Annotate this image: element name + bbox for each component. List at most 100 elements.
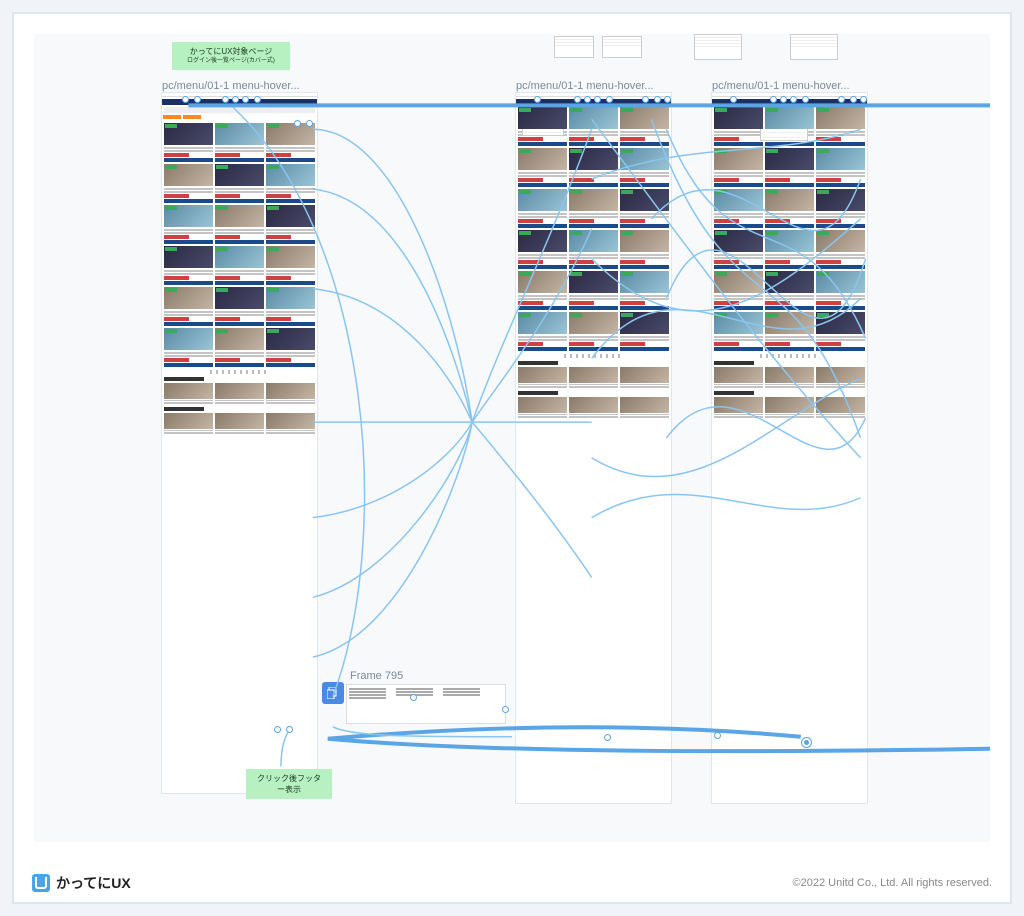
- listing-card[interactable]: [518, 367, 567, 388]
- listing-card[interactable]: [569, 189, 618, 228]
- flow-anchor[interactable]: [194, 96, 201, 103]
- listing-card[interactable]: [765, 367, 814, 388]
- pagination[interactable]: [210, 370, 270, 374]
- listing-card[interactable]: [816, 189, 865, 228]
- listing-card[interactable]: [765, 189, 814, 228]
- listing-card[interactable]: [266, 164, 315, 203]
- listing-card[interactable]: [164, 246, 213, 285]
- flow-anchor[interactable]: [274, 726, 281, 733]
- flow-anchor[interactable]: [410, 694, 417, 701]
- flow-anchor[interactable]: [254, 96, 261, 103]
- listing-card[interactable]: [164, 383, 213, 404]
- listing-card[interactable]: [620, 230, 669, 269]
- flow-anchor[interactable]: [850, 96, 857, 103]
- listing-card[interactable]: [215, 413, 264, 434]
- listing-card[interactable]: [518, 312, 567, 351]
- listing-card[interactable]: [816, 107, 865, 146]
- figma-canvas[interactable]: かってにUX対象ページ ログイン後一覧ページ(カバー式) pc/menu/01-…: [34, 34, 990, 842]
- flow-anchor[interactable]: [286, 726, 293, 733]
- flow-anchor[interactable]: [604, 734, 611, 741]
- listing-card[interactable]: [518, 230, 567, 269]
- listing-card[interactable]: [164, 287, 213, 326]
- listing-card[interactable]: [765, 271, 814, 310]
- artboard-2[interactable]: pc/menu/01-1 menu-hover...: [516, 93, 671, 803]
- flow-anchor[interactable]: [642, 96, 649, 103]
- listing-card[interactable]: [164, 413, 213, 434]
- listing-card[interactable]: [569, 312, 618, 351]
- listing-card[interactable]: [765, 312, 814, 351]
- flow-anchor[interactable]: [790, 96, 797, 103]
- listing-card[interactable]: [518, 189, 567, 228]
- flow-anchor[interactable]: [594, 96, 601, 103]
- listing-card[interactable]: [215, 287, 264, 326]
- flow-anchor[interactable]: [294, 120, 301, 127]
- flow-anchor[interactable]: [182, 96, 189, 103]
- artboard-1[interactable]: pc/menu/01-1 menu-hover... /*rows genera…: [162, 93, 317, 793]
- listing-card[interactable]: [816, 148, 865, 187]
- listing-card[interactable]: [620, 397, 669, 418]
- listing-card[interactable]: [620, 189, 669, 228]
- listing-card[interactable]: [266, 328, 315, 367]
- listing-card[interactable]: [215, 246, 264, 285]
- flow-anchor-end[interactable]: [802, 738, 811, 747]
- listing-card[interactable]: [765, 230, 814, 269]
- flow-anchor[interactable]: [232, 96, 239, 103]
- artboard-3[interactable]: pc/menu/01-1 menu-hover...: [712, 93, 867, 803]
- flow-anchor[interactable]: [306, 120, 313, 127]
- listing-card[interactable]: [569, 148, 618, 187]
- listing-card[interactable]: [266, 123, 315, 162]
- flow-anchor[interactable]: [714, 732, 721, 739]
- listing-card[interactable]: [714, 230, 763, 269]
- listing-card[interactable]: [620, 367, 669, 388]
- flow-anchor[interactable]: [502, 706, 509, 713]
- listing-card[interactable]: [518, 148, 567, 187]
- app-logo[interactable]: かってにUX: [32, 873, 131, 893]
- flow-anchor[interactable]: [802, 96, 809, 103]
- flow-anchor[interactable]: [606, 96, 613, 103]
- flow-anchor[interactable]: [222, 96, 229, 103]
- footer-component[interactable]: [346, 684, 506, 724]
- listing-card[interactable]: [816, 230, 865, 269]
- listing-card[interactable]: [518, 397, 567, 418]
- listing-card[interactable]: [714, 312, 763, 351]
- listing-card[interactable]: [266, 287, 315, 326]
- listing-card[interactable]: [765, 148, 814, 187]
- flow-anchor[interactable]: [664, 96, 671, 103]
- flow-anchor[interactable]: [770, 96, 777, 103]
- listing-card[interactable]: [765, 397, 814, 418]
- listing-card[interactable]: [518, 107, 567, 146]
- listing-card[interactable]: [215, 328, 264, 367]
- flow-anchor[interactable]: [654, 96, 661, 103]
- listing-card[interactable]: [714, 271, 763, 310]
- listing-card[interactable]: [620, 148, 669, 187]
- listing-card[interactable]: [215, 123, 264, 162]
- listing-card[interactable]: [164, 205, 213, 244]
- listing-card[interactable]: [164, 123, 213, 162]
- listing-card[interactable]: [569, 367, 618, 388]
- listing-card[interactable]: [569, 397, 618, 418]
- listing-card[interactable]: [714, 189, 763, 228]
- flow-anchor[interactable]: [242, 96, 249, 103]
- flow-anchor[interactable]: [534, 96, 541, 103]
- listing-card[interactable]: [714, 397, 763, 418]
- listing-card[interactable]: [266, 383, 315, 404]
- pagination[interactable]: [564, 354, 624, 358]
- listing-card[interactable]: [816, 312, 865, 351]
- listing-card[interactable]: [714, 148, 763, 187]
- flow-anchor[interactable]: [860, 96, 867, 103]
- listing-card[interactable]: [714, 107, 763, 146]
- listing-card[interactable]: [816, 397, 865, 418]
- listing-card[interactable]: [215, 383, 264, 404]
- listing-card[interactable]: [816, 367, 865, 388]
- listing-card[interactable]: [569, 107, 618, 146]
- flow-anchor[interactable]: [584, 96, 591, 103]
- listing-card[interactable]: [569, 230, 618, 269]
- flow-anchor[interactable]: [574, 96, 581, 103]
- listing-card[interactable]: [266, 413, 315, 434]
- listing-card[interactable]: [518, 271, 567, 310]
- flow-anchor[interactable]: [780, 96, 787, 103]
- listing-card[interactable]: [816, 271, 865, 310]
- listing-card[interactable]: [266, 246, 315, 285]
- listing-card[interactable]: [215, 205, 264, 244]
- listing-card[interactable]: [164, 328, 213, 367]
